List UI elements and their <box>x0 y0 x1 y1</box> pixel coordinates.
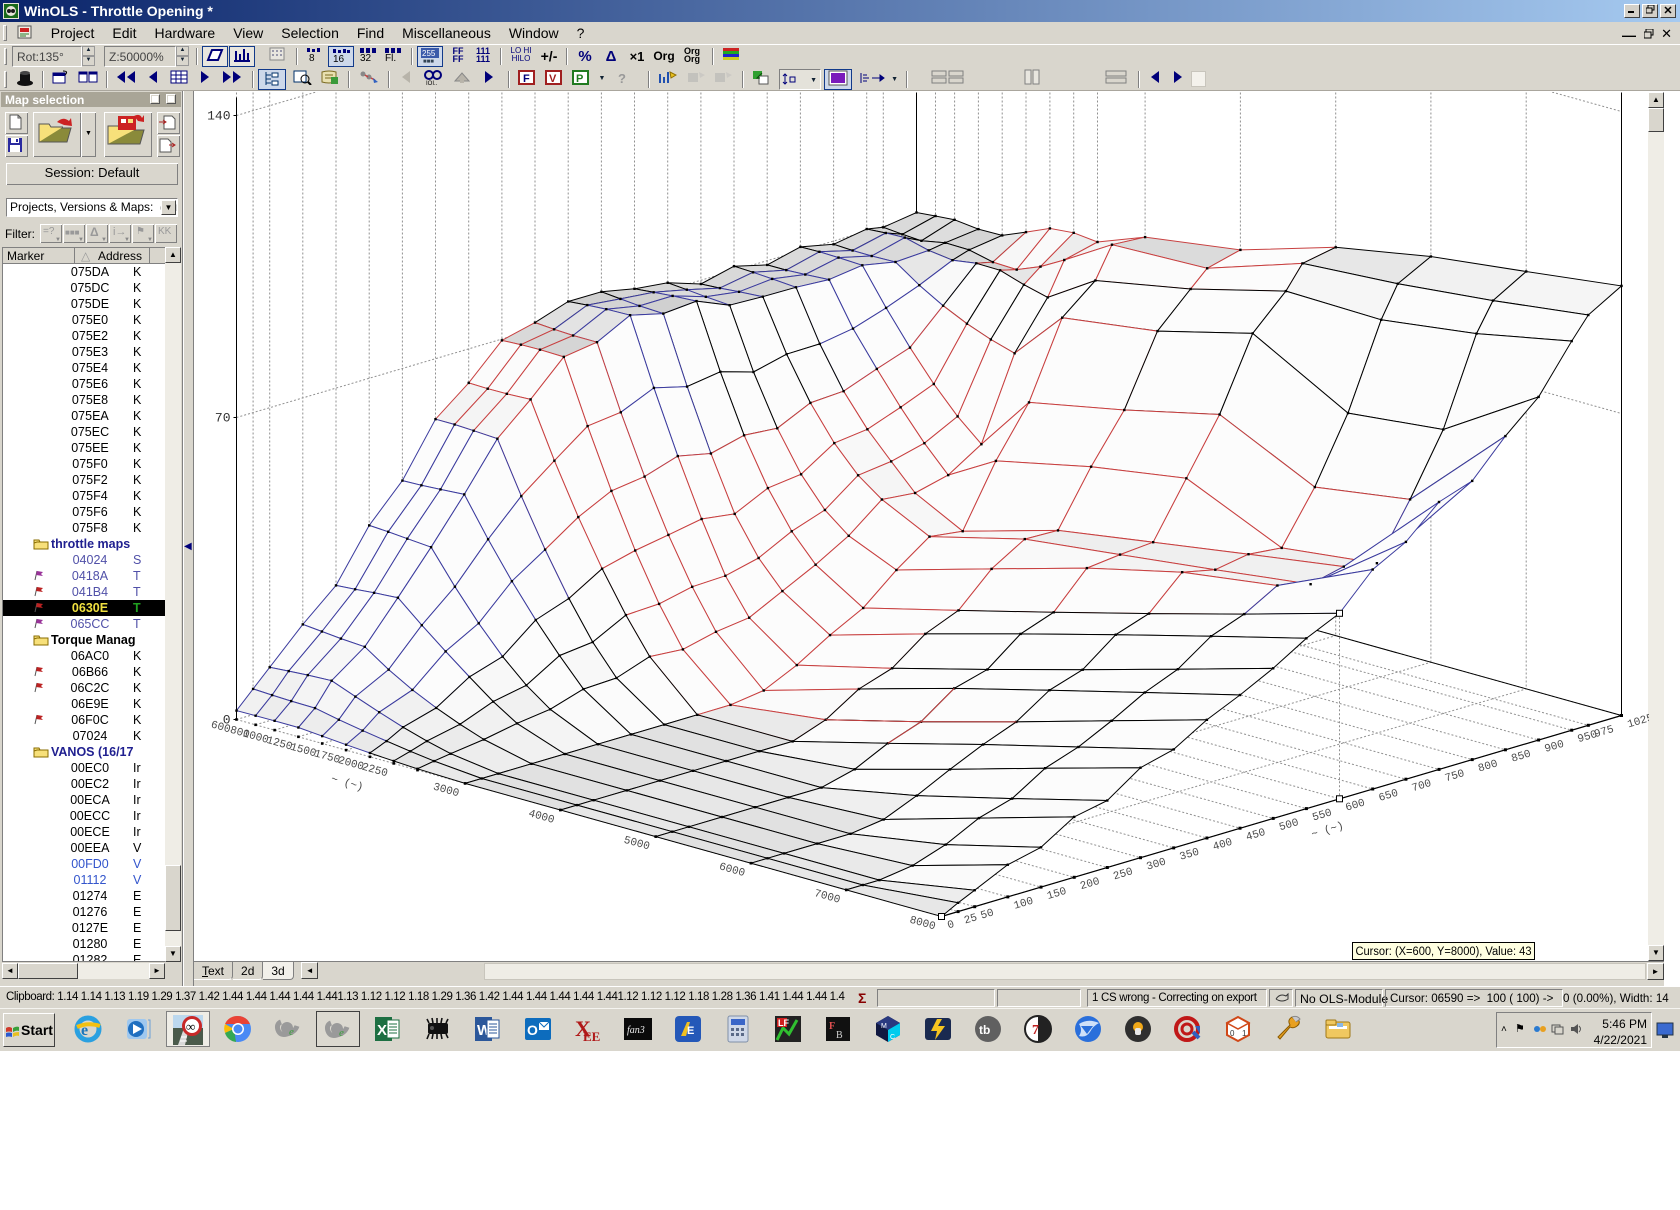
svg-text:tb: tb <box>979 1023 990 1037</box>
svg-text:300: 300 <box>1145 856 1167 873</box>
svg-text:P: P <box>576 73 583 85</box>
svg-text:E: E <box>687 1025 694 1037</box>
svg-text:∞: ∞ <box>186 1019 195 1034</box>
svg-text:5000: 5000 <box>622 835 651 854</box>
svg-text:70: 70 <box>215 411 231 426</box>
svg-text:IOI..: IOI.. <box>426 81 438 86</box>
svg-text:1025: 1025 <box>1626 712 1649 731</box>
svg-text:F: F <box>523 73 530 85</box>
svg-text:0: 0 <box>946 919 956 932</box>
svg-text:fan3: fan3 <box>627 1025 645 1036</box>
svg-text:140: 140 <box>207 109 230 124</box>
svg-text:3000: 3000 <box>432 782 461 801</box>
svg-text:2250: 2250 <box>360 762 389 781</box>
svg-text:975: 975 <box>1593 724 1615 741</box>
svg-text:e: e <box>339 1027 344 1039</box>
svg-text:1: 1 <box>1242 1029 1247 1038</box>
svg-text:7: 7 <box>1032 1023 1039 1038</box>
svg-text:800: 800 <box>1477 758 1499 775</box>
svg-text:200: 200 <box>1079 876 1101 893</box>
svg-text:500: 500 <box>1278 817 1300 834</box>
svg-text:600: 600 <box>1344 798 1366 815</box>
svg-text:150: 150 <box>1046 886 1068 903</box>
svg-text:650: 650 <box>1377 788 1399 805</box>
svg-text:350: 350 <box>1178 847 1200 864</box>
svg-text:250: 250 <box>1112 866 1134 883</box>
svg-text:~ (~): ~ (~) <box>329 774 364 794</box>
svg-text:850: 850 <box>1510 749 1532 766</box>
svg-text:■■■: ■■■ <box>423 59 434 64</box>
svg-text:6000: 6000 <box>717 861 746 880</box>
svg-text:X: X <box>377 1022 387 1039</box>
svg-text:50: 50 <box>979 907 995 922</box>
svg-text:32: 32 <box>360 53 372 63</box>
svg-text:e: e <box>289 1026 294 1038</box>
svg-text:700: 700 <box>1411 778 1433 795</box>
svg-text:EE: EE <box>583 1029 600 1044</box>
svg-text:400: 400 <box>1212 837 1234 854</box>
svg-text:255: 255 <box>422 49 436 58</box>
svg-text:B: B <box>836 1030 843 1041</box>
svg-text:25: 25 <box>963 912 979 927</box>
svg-text:V: V <box>549 73 557 85</box>
svg-text:550: 550 <box>1311 807 1333 824</box>
svg-text:100: 100 <box>1013 896 1035 913</box>
svg-text:4000: 4000 <box>527 808 556 827</box>
svg-text:e: e <box>81 1022 88 1039</box>
svg-text:O: O <box>527 1022 538 1038</box>
svg-text:900: 900 <box>1543 739 1565 756</box>
svg-text:F: F <box>829 1021 835 1032</box>
svg-text:8: 8 <box>309 53 315 63</box>
svg-text:C: C <box>890 1034 895 1041</box>
svg-text:8000: 8000 <box>908 915 937 934</box>
svg-text:LF: LF <box>778 1018 789 1028</box>
svg-text:Cursor: (X=600, Y=8000), Value: Cursor: (X=600, Y=8000), Value: 43 <box>1356 946 1532 958</box>
svg-text:16: 16 <box>333 54 345 64</box>
svg-text:7000: 7000 <box>813 888 842 907</box>
svg-text:450: 450 <box>1245 827 1267 844</box>
svg-text:Fl.: Fl. <box>385 53 396 63</box>
svg-text:M: M <box>881 1023 887 1030</box>
svg-text:750: 750 <box>1444 768 1466 785</box>
svg-text:0: 0 <box>1230 1029 1235 1038</box>
